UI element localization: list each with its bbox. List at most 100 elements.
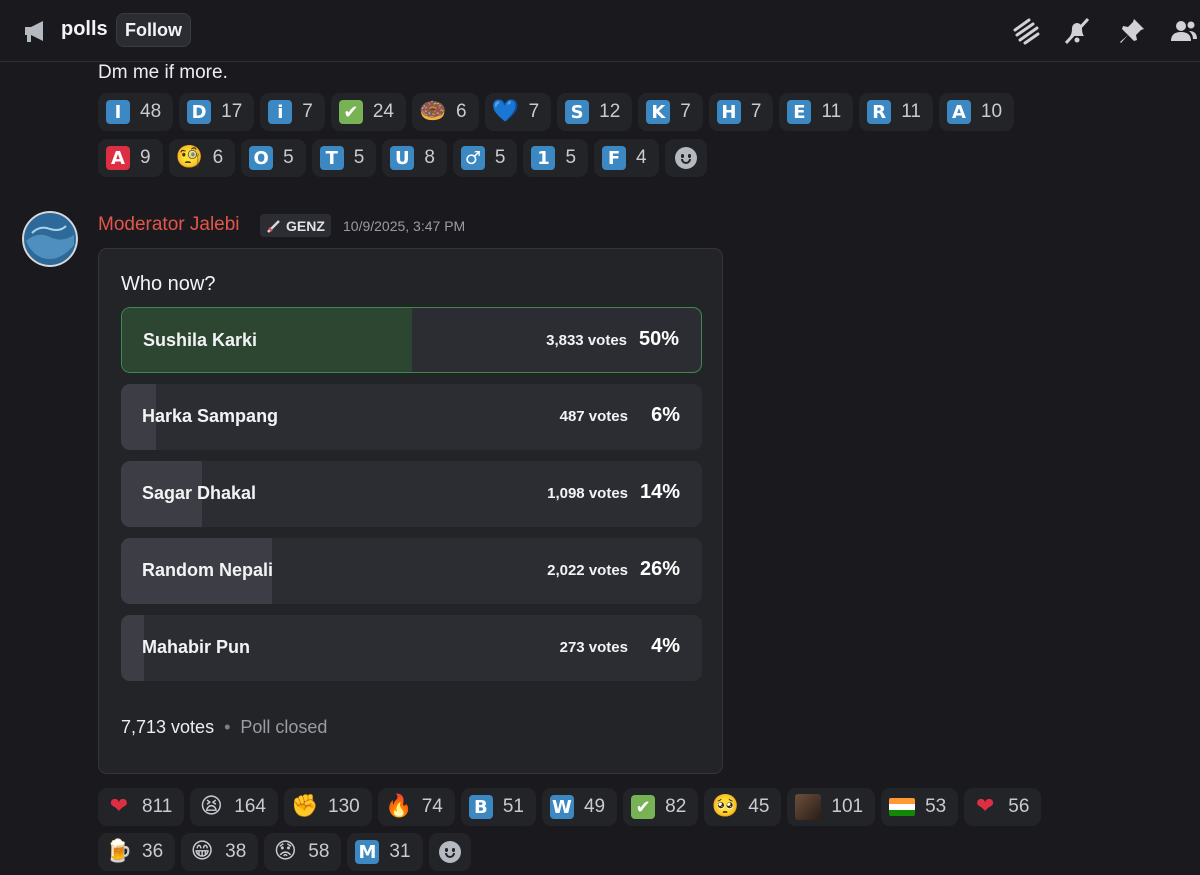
reaction-button[interactable]: U8: [382, 139, 447, 177]
reaction-count: 4: [636, 147, 647, 168]
threads-icon[interactable]: [1011, 16, 1041, 46]
reaction-count: 11: [901, 101, 921, 122]
reaction-count: 31: [389, 841, 411, 862]
reaction-button[interactable]: 15: [523, 139, 589, 177]
reaction-count: 811: [142, 796, 173, 817]
poll-answer[interactable]: Harka Sampang 487 votes 6%: [121, 384, 702, 450]
reaction-button[interactable]: 🥺 45: [704, 788, 782, 826]
reaction-count: 7: [528, 101, 540, 122]
reaction-button[interactable]: T5: [311, 139, 377, 177]
reaction-button[interactable]: D 17: [179, 93, 255, 131]
reaction-button[interactable]: ✊ 130: [284, 788, 372, 826]
emoji-icon: 🍩: [419, 99, 447, 124]
reaction-bar: I 48 D 17 i 7 ✔ 24 🍩 6 💙 7 S 12 K 7 H 7 E 11 R 11 A 10: [98, 93, 1015, 131]
poll-answer-label: Mahabir Pun: [142, 637, 251, 657]
reaction-button[interactable]: ✔ 24: [330, 93, 406, 131]
check-mark-icon: ✔: [338, 100, 363, 124]
poll-total-votes[interactable]: 7,713 votes: [121, 717, 214, 738]
poll-answer-votes: 1,098 votes: [547, 485, 628, 502]
poll-answer-percent: 26%: [639, 558, 680, 580]
reaction-count: 74: [421, 796, 443, 817]
reaction-button[interactable]: ❤ 811: [98, 788, 185, 826]
reaction-button[interactable]: I 48: [98, 93, 174, 131]
reaction-button[interactable]: F4: [594, 139, 659, 177]
add-reaction-button[interactable]: [664, 139, 707, 177]
members-icon[interactable]: [1168, 16, 1198, 46]
reaction-button[interactable]: 🍺 36: [98, 833, 176, 871]
letter-1-icon: 1: [531, 146, 556, 170]
letter-♂-icon: ♂: [460, 146, 485, 170]
avatar[interactable]: [22, 211, 78, 267]
emoji-icon: ✊: [291, 794, 319, 819]
reaction-button[interactable]: K7: [638, 93, 703, 131]
reaction-count: 10: [980, 101, 1003, 122]
reaction-count: 101: [831, 796, 864, 817]
poll-status: Poll closed: [240, 717, 328, 737]
reaction-button[interactable]: 🍩 6: [412, 93, 479, 131]
reaction-count: 6: [212, 147, 224, 168]
emoji-icon: 😟: [273, 839, 297, 864]
reaction-button[interactable]: ✔ 82: [623, 788, 699, 826]
letter-i-icon: i: [268, 100, 293, 124]
custom-emoji-icon: [795, 794, 822, 820]
reaction-button[interactable]: E 11: [779, 93, 854, 131]
reaction-bar: 🍺 36 😁 38 😟 58 M 31: [98, 833, 471, 871]
reaction-button[interactable]: O5: [241, 139, 306, 177]
poll-answer[interactable]: Sagar Dhakal 1,098 votes 14%: [121, 461, 702, 527]
role-tag[interactable]: GENZ: [260, 214, 331, 237]
letter-f-icon: F: [602, 146, 627, 170]
reaction-count: 82: [665, 796, 687, 817]
reaction-button[interactable]: 😟 58: [264, 833, 342, 871]
reaction-button[interactable]: H7: [708, 93, 774, 131]
reaction-button[interactable]: ♂ 5: [452, 139, 518, 177]
poll-answer-label: Harka Sampang: [142, 406, 279, 426]
poll-answer[interactable]: Mahabir Pun 273 votes 4%: [121, 615, 702, 681]
pin-icon[interactable]: [1117, 16, 1147, 46]
reaction-button[interactable]: B 51: [460, 788, 536, 826]
letter-a-icon: A: [106, 146, 130, 170]
add-reaction-button[interactable]: [428, 833, 471, 871]
add-reaction-icon: [674, 147, 697, 169]
reaction-button[interactable]: 🔥 74: [377, 788, 455, 826]
letter-i-icon: I: [106, 100, 130, 124]
reaction-count: 5: [283, 147, 294, 168]
reaction-count: 49: [583, 796, 606, 817]
letter-u-icon: U: [390, 146, 415, 170]
author-name[interactable]: Moderator Jalebi: [98, 214, 240, 236]
reaction-button[interactable]: 🧐 6: [168, 139, 236, 177]
reaction-button[interactable]: 😫 164: [190, 788, 278, 826]
reaction-button[interactable]: i7: [260, 93, 325, 131]
message-text: Dm me if more.: [98, 62, 228, 83]
reaction-button[interactable]: R 11: [859, 93, 933, 131]
sword-icon: [267, 219, 280, 233]
letter-k-icon: K: [646, 100, 671, 124]
reaction-button[interactable]: A9: [98, 139, 163, 177]
poll-answer-percent: 4%: [651, 635, 680, 657]
poll-answer[interactable]: Sushila Karki 3,833 votes 50%: [121, 307, 702, 373]
channel-header: polls Follow: [0, 0, 1200, 62]
poll-answer-label: Sushila Karki: [143, 330, 258, 350]
reaction-button[interactable]: M 31: [347, 833, 423, 871]
poll-answer[interactable]: Random Nepali 2,022 votes 26%: [121, 538, 702, 604]
follow-button[interactable]: Follow: [116, 13, 191, 47]
reaction-count: 53: [925, 796, 947, 817]
heart-icon: ❤: [976, 794, 995, 819]
reaction-button[interactable]: A 10: [938, 93, 1015, 131]
letter-s-icon: S: [565, 100, 590, 124]
check-mark-icon: ✔: [631, 795, 656, 819]
reaction-count: 56: [1008, 796, 1030, 817]
reaction-button[interactable]: ❤ 56: [964, 788, 1042, 826]
emoji-icon: 😫: [199, 794, 223, 819]
reaction-button[interactable]: 💙 7: [484, 93, 552, 131]
reaction-count: 130: [328, 796, 360, 817]
reaction-button[interactable]: 53: [881, 788, 959, 826]
mute-notifications-icon[interactable]: [1062, 16, 1092, 46]
reaction-button[interactable]: 😁 38: [181, 833, 259, 871]
reaction-button[interactable]: 101: [787, 788, 876, 826]
reaction-button[interactable]: S 12: [557, 93, 633, 131]
reaction-button[interactable]: W 49: [541, 788, 618, 826]
letter-o-icon: O: [249, 146, 274, 170]
letter-m-icon: M: [355, 840, 380, 864]
emoji-icon: 🧐: [175, 145, 204, 170]
letter-b-icon: B: [468, 795, 493, 819]
